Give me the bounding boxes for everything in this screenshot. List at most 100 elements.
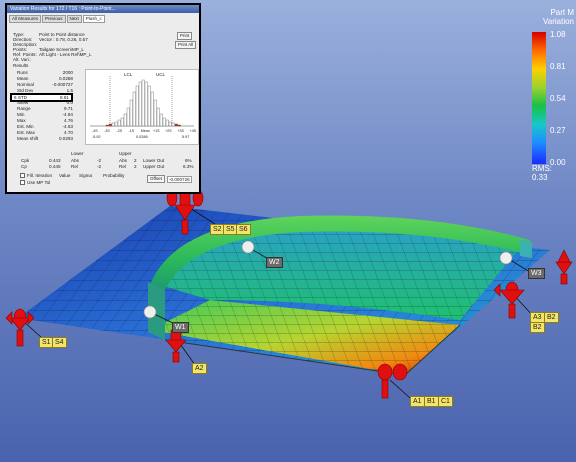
upper-out-label: Upper Out — [143, 164, 165, 169]
cp-lower-value[interactable]: -2 — [97, 164, 101, 169]
dialog-title[interactable]: Variation Results for 172 / T16 : Point-… — [7, 5, 199, 13]
histogram-bar — [141, 79, 145, 127]
tag-b2[interactable]: B2 — [530, 322, 545, 333]
histogram-tick-label: +2S — [165, 129, 172, 133]
histogram-bar — [144, 81, 148, 127]
histogram-tick-label: -4S — [92, 129, 98, 133]
histogram-bar — [126, 107, 130, 127]
print-all-button[interactable]: Print All — [175, 41, 197, 49]
right-wall — [520, 240, 532, 258]
fill-iteration-label: Fill. Iteration — [27, 173, 53, 178]
cp-upper-type: Rel — [119, 164, 126, 169]
tag-b2-right[interactable]: B2 — [544, 312, 559, 323]
locator-sphere — [241, 240, 255, 254]
legend-tick: 1.08 — [550, 30, 566, 39]
locator-sphere — [499, 251, 513, 265]
histogram-value-label: 5.97 — [182, 135, 189, 139]
tag-b1[interactable]: B1 — [424, 396, 439, 407]
histogram-bar — [153, 99, 157, 127]
histogram-tick-label: Mean — [141, 129, 150, 133]
histogram-bar — [162, 117, 166, 127]
result-runs: Runs 2000 — [17, 70, 73, 75]
cp-label: Cp — [21, 164, 27, 169]
histogram-bar — [147, 85, 151, 127]
histogram-bar — [177, 124, 181, 127]
tab-all-measures[interactable]: All Measures — [9, 15, 42, 23]
rms-label: RMS: — [532, 164, 552, 173]
lower-header: Lower — [71, 151, 84, 156]
histogram-bar — [168, 121, 172, 127]
histogram-bar — [114, 121, 118, 127]
histogram-bar — [111, 122, 115, 127]
pin-a3 — [493, 281, 525, 319]
variation-results-dialog[interactable]: Variation Results for 172 / T16 : Point-… — [5, 3, 201, 194]
cpk-label: Cpk — [21, 158, 30, 163]
col-sigma: Sigma — [79, 173, 93, 178]
histogram-tick-label: -2S — [116, 129, 122, 133]
histogram-bar — [171, 122, 175, 127]
cpk-lower-value[interactable]: -2 — [97, 158, 101, 163]
result-skew: Skew 0.0 — [17, 100, 73, 105]
legend-tick: 0.00 — [550, 158, 566, 167]
tag-a1[interactable]: A1 — [410, 396, 425, 407]
print-button[interactable]: Print — [177, 32, 193, 40]
result-mean-shift: Mean shift 0.0293 — [17, 136, 73, 141]
histogram-chart: LCL UCL -4S -3S -2S -1S Mean +1S +2S +3S +4S -5.9… — [90, 72, 197, 139]
col-value: Value — [59, 173, 71, 178]
lower-out-label: Lower Out — [143, 158, 165, 163]
lcl-label: LCL — [124, 72, 133, 77]
tab-previous[interactable]: Previous — [42, 15, 66, 23]
cp-upper-value[interactable]: 2 — [134, 164, 137, 169]
fill-iteration-checkbox[interactable] — [20, 173, 25, 178]
tag-w2[interactable]: W2 — [266, 257, 283, 268]
pin-w3 — [555, 249, 573, 285]
legend-tick: 0.81 — [550, 62, 566, 71]
result-range: Range 9.71 — [17, 106, 73, 111]
histogram-bar — [120, 117, 124, 127]
histogram-bar — [174, 123, 178, 127]
tag-w3[interactable]: W3 — [528, 268, 545, 279]
result-est-max: Est. Max 4.70 — [17, 130, 73, 135]
3d-viewport[interactable]: S2 S5 S6 W2 W3 A3 B2 B2 W1 S1 S4 A2 A1 B… — [0, 0, 576, 462]
ucl-label: UCL — [156, 72, 165, 77]
histogram-bar — [105, 124, 109, 127]
result-nominal: Nominal -0.000727 — [17, 82, 73, 87]
tag-s4[interactable]: S4 — [52, 337, 67, 348]
cpk-upper-value[interactable]: 2 — [134, 158, 137, 163]
offset-input[interactable]: -0.000726 — [167, 176, 192, 183]
histogram-value-label: -5.92 — [92, 135, 101, 139]
legend-tick: 0.27 — [550, 126, 566, 135]
histogram-bar — [117, 119, 121, 127]
tab-plush[interactable]: Plush_c — [82, 15, 105, 23]
histogram-bar — [129, 99, 133, 127]
histogram-tick-label: +3S — [177, 129, 184, 133]
histogram-panel[interactable]: LCL UCL -4S -3S -2S -1S Mean +1S +2S +3S +4S -5.9… — [85, 69, 199, 145]
tag-c1[interactable]: C1 — [438, 396, 453, 407]
color-legend: Part M Variation 1.08 0.81 0.54 0.27 0.0… — [522, 8, 574, 188]
histogram-value-label: 0.0288 — [136, 135, 148, 139]
histogram-bar — [159, 113, 163, 127]
locator-sphere — [143, 305, 157, 319]
legend-color-bar — [532, 32, 546, 164]
info-alt-vari: Alt. Vari.: — [13, 57, 32, 62]
tag-a2[interactable]: A2 — [192, 363, 207, 374]
offset-button[interactable]: Offset — [147, 175, 165, 183]
legend-rms: RMS: 0.33 — [532, 164, 552, 182]
results-label: Results — [13, 63, 29, 68]
tag-s6[interactable]: S6 — [236, 224, 251, 235]
dialog-tabs: All Measures Previous Next Plush_c — [9, 15, 105, 23]
histogram-tick-label: -1S — [129, 129, 135, 133]
legend-title: Part M Variation — [543, 8, 574, 26]
lower-out-value: 6% — [185, 158, 192, 163]
histogram-bar — [165, 119, 169, 127]
tab-next[interactable]: Next — [66, 15, 82, 23]
legend-tick: 0.54 — [550, 94, 566, 103]
histogram-tick-label: +4S — [190, 129, 197, 133]
histogram-bar — [138, 81, 142, 127]
histogram-bar — [132, 91, 136, 127]
use-mp-tol-checkbox[interactable] — [20, 180, 25, 185]
result-mean: Mean 0.0288 — [17, 76, 73, 81]
histogram-tick-label: -3S — [104, 129, 110, 133]
tag-w1[interactable]: W1 — [172, 322, 189, 333]
cp-lower-type: Rel — [71, 164, 78, 169]
